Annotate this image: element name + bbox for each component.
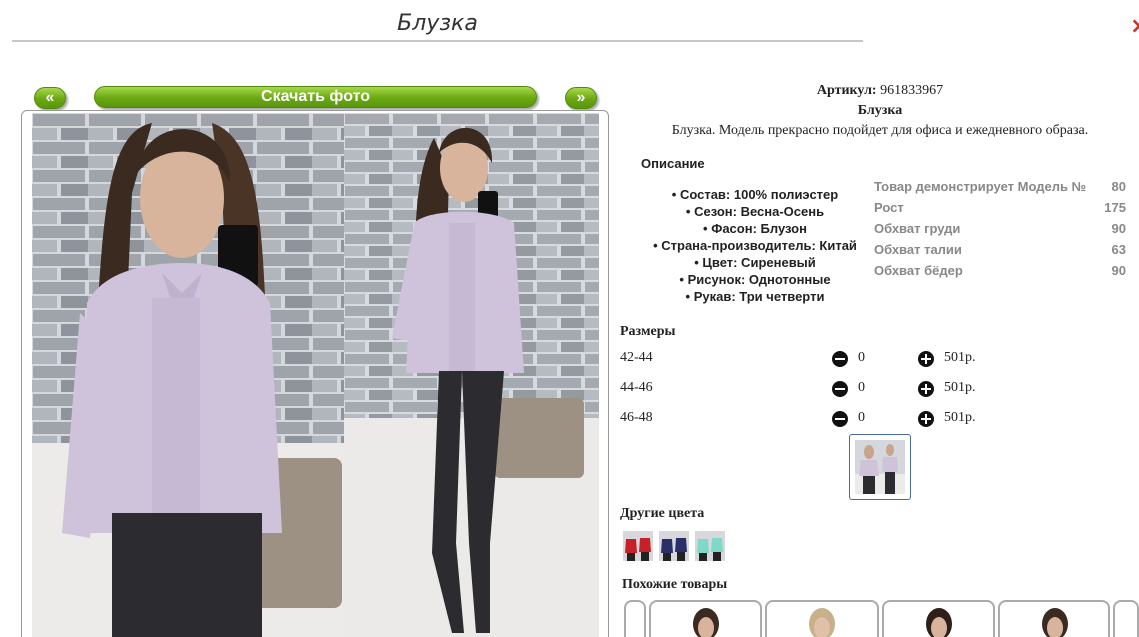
- model-row: Обхват талии 63: [874, 242, 1126, 263]
- size-price: 501р.: [944, 380, 976, 395]
- product-photo-closeup[interactable]: [32, 113, 344, 637]
- color-swatch-mint[interactable]: [695, 531, 725, 561]
- model-row-value: 90: [1111, 221, 1126, 236]
- plus-circle-icon[interactable]: [918, 411, 934, 427]
- product-photo-fullbody[interactable]: [344, 113, 599, 637]
- sizes-title: Размеры: [620, 324, 676, 339]
- minus-circle-icon[interactable]: [832, 351, 848, 367]
- similar-next-card[interactable]: [1113, 600, 1139, 637]
- product-thumbnail[interactable]: [849, 434, 911, 500]
- description-list: Состав: 100% полиэстер Сезон: Весна-Осен…: [640, 186, 870, 305]
- size-price: 501р.: [944, 350, 976, 365]
- description-item: Рукав: Три четверти: [640, 288, 870, 305]
- description-item: Фасон: Блузон: [640, 220, 870, 237]
- plus-circle-icon[interactable]: [918, 381, 934, 397]
- close-icon[interactable]: ×: [1130, 14, 1139, 39]
- model-row-label: Обхват бёдер: [874, 263, 963, 278]
- article-value: 961833967: [880, 83, 944, 98]
- size-price: 501р.: [944, 410, 976, 425]
- model-row-label: Обхват груди: [874, 221, 961, 236]
- model-row: Обхват груди 90: [874, 221, 1126, 242]
- similar-product-card[interactable]: [882, 600, 995, 637]
- size-quantity: 0: [858, 350, 865, 365]
- similar-product-card[interactable]: [765, 600, 879, 637]
- download-photo-button[interactable]: Скачать фото: [94, 86, 537, 108]
- color-swatch-red[interactable]: [623, 531, 653, 561]
- similar-products-title: Похожие товары: [622, 577, 728, 592]
- size-label: 42-44: [620, 350, 653, 365]
- color-swatch-navy[interactable]: [659, 531, 689, 561]
- model-measurements: Товар демонстрирует Модель № 80 Рост 175…: [874, 179, 1126, 284]
- model-row-label: Рост: [874, 200, 904, 215]
- photo-gallery: [21, 110, 609, 637]
- article-line: Артикул: 961833967: [620, 83, 1139, 99]
- model-row: Обхват бёдер 90: [874, 263, 1126, 284]
- similar-product-card[interactable]: [998, 600, 1110, 637]
- description-item: Сезон: Весна-Осень: [640, 203, 870, 220]
- page-title: Блузка: [12, 8, 863, 42]
- size-row: 42-44 0 501р.: [620, 350, 1120, 372]
- size-label: 44-46: [620, 380, 653, 395]
- product-name: Блузка: [857, 103, 903, 118]
- other-colors-title: Другие цвета: [620, 506, 705, 521]
- model-row-value: 175: [1104, 200, 1126, 215]
- prev-photo-button[interactable]: «: [34, 87, 66, 109]
- description-item: Страна-производитель: Китай: [640, 237, 870, 254]
- model-row-value: 90: [1111, 263, 1126, 278]
- article-label: Артикул:: [816, 83, 877, 98]
- description-item: Состав: 100% полиэстер: [640, 186, 870, 203]
- next-photo-button[interactable]: »: [565, 87, 597, 109]
- size-quantity: 0: [858, 410, 865, 425]
- similar-product-card[interactable]: [649, 600, 762, 637]
- model-row-value: 63: [1111, 242, 1126, 257]
- size-label: 46-48: [620, 410, 653, 425]
- similar-prev-card[interactable]: [624, 600, 646, 637]
- model-row: Товар демонстрирует Модель № 80: [874, 179, 1126, 200]
- model-row-label: Товар демонстрирует Модель №: [874, 179, 1087, 194]
- plus-circle-icon[interactable]: [918, 351, 934, 367]
- model-row-label: Обхват талии: [874, 242, 962, 257]
- description-item: Цвет: Сиреневый: [640, 254, 870, 271]
- thumbnail-image: [855, 440, 905, 494]
- minus-circle-icon[interactable]: [832, 381, 848, 397]
- size-row: 44-46 0 501р.: [620, 380, 1120, 402]
- model-row: Рост 175: [874, 200, 1126, 221]
- size-quantity: 0: [858, 380, 865, 395]
- size-row: 46-48 0 501р.: [620, 410, 1120, 432]
- description-title: Описание: [641, 156, 705, 171]
- product-short-description: Блузка. Модель прекрасно подойдет для оф…: [671, 123, 1089, 138]
- minus-circle-icon[interactable]: [832, 411, 848, 427]
- description-item: Рисунок: Однотонные: [640, 271, 870, 288]
- model-row-value: 80: [1111, 179, 1126, 194]
